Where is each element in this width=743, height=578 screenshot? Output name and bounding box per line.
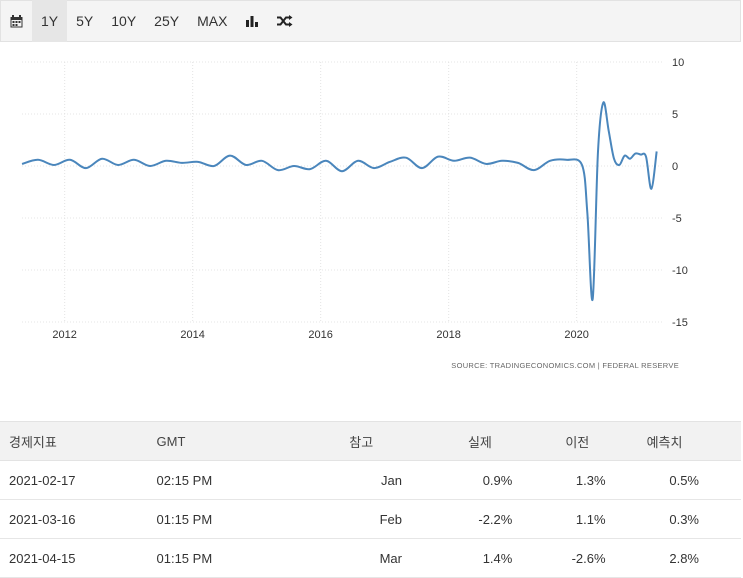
x-tick-label: 2020 [564,329,588,341]
range-1y-button[interactable]: 1Y [32,0,68,42]
series-line [21,101,658,301]
header-reference: 참고 [279,421,403,461]
range-25y-button[interactable]: 25Y [145,0,188,42]
cell-previous: 1.1% [513,499,607,539]
table-row: 2021-02-17 02:15 PM Jan 0.9% 1.3% 0.5% [0,460,741,500]
cell-reference: Jan [279,460,403,500]
y-axis-labels: 10 5 0 -5 -10 -15 [672,57,688,329]
x-tick-label: 2016 [308,329,332,341]
y-tick-label: -15 [672,317,688,329]
cell-forecast: 2.8% [606,538,741,578]
y-tick-label: 10 [672,57,684,69]
header-actual: 실제 [402,421,514,461]
cell-gmt: 01:15 PM [148,499,280,539]
chart-toolbar: 1Y 5Y 10Y 25Y MAX [0,0,741,42]
line-chart: 10 5 0 -5 -10 -15 2012 2014 2016 2018 2020 [21,57,688,341]
cell-previous: 1.3% [513,460,607,500]
header-previous: 이전 [513,421,607,461]
cell-previous: -2.6% [513,538,607,578]
shuffle-icon[interactable] [268,0,302,42]
range-10y-button[interactable]: 10Y [102,0,145,42]
cell-gmt: 01:15 PM [148,538,280,578]
calendar-icon[interactable] [1,0,32,42]
bar-chart-icon[interactable] [236,0,268,42]
cell-actual: 1.4% [402,538,514,578]
cell-date: 2021-03-16 [0,499,149,539]
cell-gmt: 02:15 PM [148,460,280,500]
chart-source: SOURCE: TRADINGECONOMICS.COM | FEDERAL R… [451,361,679,370]
y-tick-label: 5 [672,109,678,121]
cell-forecast: 0.5% [606,460,741,500]
cell-date: 2021-04-15 [0,538,149,578]
cell-reference: Feb [279,499,403,539]
table-row: 2021-04-15 01:15 PM Mar 1.4% -2.6% 2.8% [0,538,741,578]
range-max-button[interactable]: MAX [188,0,236,42]
y-tick-label: -10 [672,265,688,277]
table-row: 2021-03-16 01:15 PM Feb -2.2% 1.1% 0.3% [0,499,741,539]
y-tick-label: 0 [672,161,678,173]
calendar-table: 경제지표 GMT 참고 실제 이전 예측치 2021-02-17 02:15 P… [0,421,741,578]
range-5y-button[interactable]: 5Y [67,0,102,42]
x-tick-label: 2012 [52,329,76,341]
header-forecast: 예측치 [606,421,741,461]
x-tick-label: 2018 [436,329,460,341]
header-gmt: GMT [148,421,280,461]
chart-area: 10 5 0 -5 -10 -15 2012 2014 2016 2018 2020 SOURCE… [0,42,741,380]
x-axis-labels: 2012 2014 2016 2018 2020 [52,329,588,341]
cell-date: 2021-02-17 [0,460,149,500]
cell-forecast: 0.3% [606,499,741,539]
x-tick-label: 2014 [180,329,204,341]
cell-actual: -2.2% [402,499,514,539]
cell-reference: Mar [279,538,403,578]
table-header-row: 경제지표 GMT 참고 실제 이전 예측치 [0,421,741,461]
chart-grid [22,61,662,323]
header-indicator: 경제지표 [0,421,149,461]
cell-actual: 0.9% [402,460,514,500]
y-tick-label: -5 [672,213,682,225]
